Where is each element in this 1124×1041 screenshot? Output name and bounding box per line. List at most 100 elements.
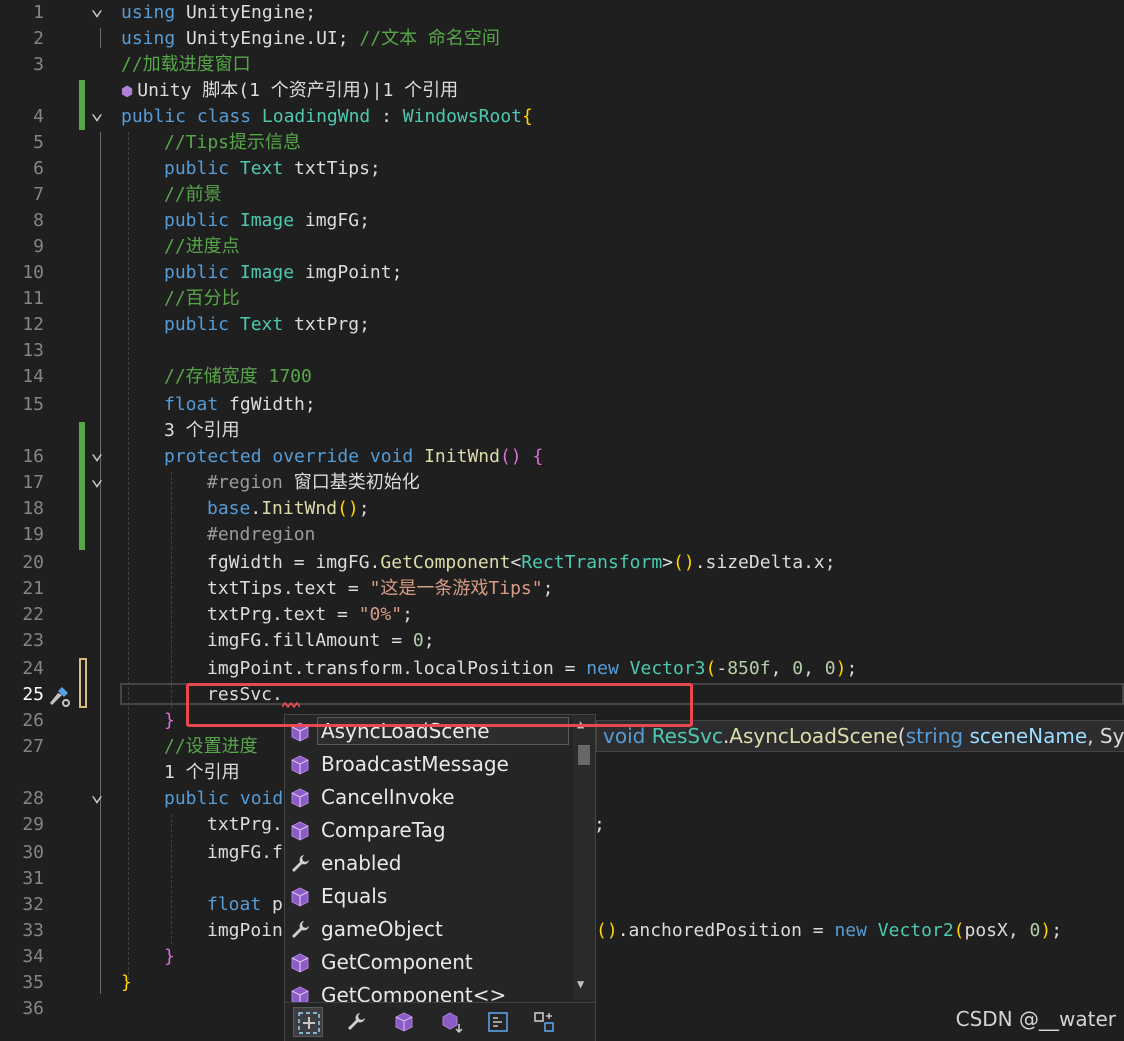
- code-token: fgWidth = imgFG.: [207, 552, 381, 573]
- completion-filter-bar: [285, 1002, 595, 1041]
- code-line: 6 public Text txtTips;: [0, 156, 1124, 182]
- type-filter-button[interactable]: [529, 1007, 559, 1037]
- annotation-highlight-box: [186, 683, 693, 727]
- code-token: (): [337, 498, 359, 519]
- code-line: 11 //百分比: [0, 286, 1124, 312]
- code-text: }: [164, 944, 175, 970]
- method-cube-icon: [291, 887, 309, 907]
- code-token: 3 个引用: [164, 420, 240, 441]
- code-text: fgWidth = imgFG.GetComponent<RectTransfo…: [207, 550, 836, 576]
- code-line: 16 ⌄ protected override void InitWnd() {: [0, 442, 1124, 470]
- line-number: 5: [33, 132, 44, 153]
- code-line: 19 #endregion: [0, 522, 1124, 548]
- codelens-text[interactable]: 3 个引用: [164, 418, 240, 444]
- expand-filter-button[interactable]: [293, 1007, 323, 1037]
- code-token: //前景: [164, 184, 222, 205]
- code-text: txtPrg.text = "0%";: [207, 602, 413, 628]
- codelens-text[interactable]: 1 个引用: [164, 760, 240, 786]
- completion-item[interactable]: CompareTag: [285, 814, 573, 847]
- code-token: {: [532, 446, 544, 467]
- code-token: 0: [412, 630, 424, 651]
- code-line: 22 txtPrg.text = "0%";: [0, 602, 1124, 628]
- code-token: txtPrg.text =: [207, 604, 359, 625]
- code-token: :: [370, 106, 403, 127]
- code-token: .: [250, 498, 262, 519]
- completion-scrollbar[interactable]: ▲ ▼: [573, 715, 595, 1000]
- code-token: (): [596, 920, 618, 941]
- method-cube-icon: [291, 788, 309, 808]
- code-line: 14 //存储宽度 1700: [0, 364, 1124, 390]
- line-number: 28: [22, 788, 44, 809]
- extension-method-filter-button[interactable]: [437, 1007, 467, 1037]
- snippet-filter-button[interactable]: [483, 1007, 513, 1037]
- expand-filter-icon: [298, 1012, 320, 1034]
- code-token: InitWnd: [261, 498, 338, 519]
- line-number: 19: [22, 524, 44, 545]
- code-token: //加载进度窗口: [121, 54, 251, 75]
- codelens-row[interactable]: 3 个引用: [0, 418, 1124, 444]
- code-line: 3 //加载进度窗口: [0, 52, 1124, 78]
- completion-item[interactable]: CancelInvoke: [285, 781, 573, 814]
- completion-item-label: CancelInvoke: [321, 785, 455, 809]
- completion-item[interactable]: BroadcastMessage: [285, 748, 573, 781]
- code-text: #region 窗口基类初始化: [207, 470, 420, 496]
- line-number: 2: [33, 28, 44, 49]
- code-token: imgPoint.transform.localPosition =: [207, 658, 587, 679]
- line-number: 13: [22, 340, 44, 361]
- code-token: }: [164, 710, 175, 731]
- completion-item[interactable]: Equals: [285, 880, 573, 913]
- scroll-down-icon[interactable]: ▼: [577, 977, 584, 991]
- code-text: float p: [207, 892, 283, 918]
- completion-item[interactable]: GetComponent: [285, 946, 573, 979]
- code-token: #region: [207, 472, 283, 493]
- code-token: InitWnd: [424, 446, 500, 467]
- code-token: Image: [239, 262, 295, 283]
- fold-chevron-icon[interactable]: ⌄: [89, 0, 105, 26]
- code-token: WindowsRoot: [402, 106, 522, 127]
- intellisense-popup[interactable]: AsyncLoadScene BroadcastMessage CancelInvo…: [284, 714, 596, 1041]
- tooltip-method: AsyncLoadScene: [729, 724, 898, 748]
- code-token: txtPrg.: [207, 814, 283, 835]
- code-line: 15 float fgWidth;: [0, 392, 1124, 418]
- code-token: Unity 脚本(1 个资产引用)|1 个引用: [137, 80, 459, 101]
- code-line: 1 ⌄ using UnityEngine;: [0, 0, 1124, 26]
- line-number: 30: [22, 842, 44, 863]
- code-token: public class: [121, 106, 262, 127]
- code-text: }: [164, 708, 175, 734]
- code-token: using: [121, 2, 176, 23]
- code-token: Vector3: [629, 658, 706, 679]
- fold-chevron-icon[interactable]: ⌄: [89, 468, 105, 496]
- scroll-thumb[interactable]: [578, 745, 590, 765]
- completion-item[interactable]: enabled: [285, 847, 573, 880]
- code-token: ;: [1051, 920, 1063, 941]
- fold-chevron-icon[interactable]: ⌄: [89, 102, 105, 130]
- method-filter-button[interactable]: [389, 1007, 419, 1037]
- line-number: 3: [33, 54, 44, 75]
- codelens-text[interactable]: ⬢ Unity 脚本(1 个资产引用)|1 个引用: [121, 78, 458, 105]
- line-number: 24: [22, 658, 44, 679]
- line-number: 1: [33, 2, 44, 23]
- line-number: 14: [22, 366, 44, 387]
- method-cube-icon: [291, 755, 309, 775]
- code-text: //Tips提示信息: [164, 130, 301, 156]
- code-token: posX,: [964, 920, 1030, 941]
- snippet-filter-icon: [488, 1012, 508, 1032]
- method-cube-icon: [291, 953, 309, 973]
- codelens-row[interactable]: ⬢ Unity 脚本(1 个资产引用)|1 个引用: [0, 78, 1124, 104]
- code-text: using UnityEngine.UI; //文本 命名空间: [121, 26, 500, 52]
- fold-chevron-icon[interactable]: ⌄: [89, 784, 105, 812]
- tooltip-param-type: string: [905, 724, 970, 748]
- code-token: UnityEngine.UI;: [175, 28, 360, 49]
- line-number: 11: [22, 288, 44, 309]
- completion-item-label: Equals: [321, 884, 388, 908]
- line-number: 6: [33, 158, 44, 179]
- code-line: 9 //进度点: [0, 234, 1124, 260]
- property-filter-button[interactable]: [341, 1007, 371, 1037]
- code-token: ;: [402, 604, 413, 625]
- code-token: imgFG.f: [207, 842, 283, 863]
- completion-item-label: GetComponent: [321, 950, 473, 974]
- quick-actions-screwdriver-icon[interactable]: [46, 683, 72, 709]
- line-number: 26: [22, 710, 44, 731]
- completion-item[interactable]: gameObject: [285, 913, 573, 946]
- line-number: 25: [22, 684, 44, 705]
